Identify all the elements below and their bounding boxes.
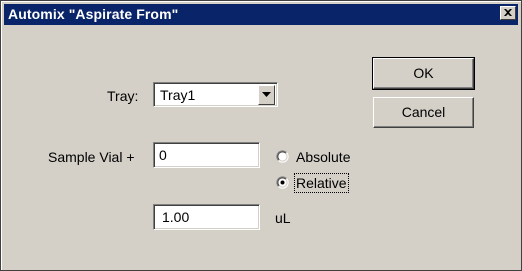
relative-radio[interactable] <box>276 176 289 189</box>
volume-input[interactable]: 1.00 <box>153 204 260 230</box>
ok-button-label: OK <box>413 65 434 81</box>
ok-button[interactable]: OK <box>372 57 475 90</box>
tray-selected-value: Tray1 <box>160 87 196 103</box>
tray-dropdown-button[interactable] <box>258 85 275 105</box>
volume-unit-label: uL <box>275 210 291 226</box>
sample-vial-input[interactable]: 0 <box>153 142 260 168</box>
sample-vial-value: 0 <box>159 147 167 163</box>
close-icon <box>504 9 512 16</box>
dialog-window: Automix "Aspirate From" Tray: Tray1 OK C… <box>0 0 522 271</box>
absolute-radio-label[interactable]: Absolute <box>296 149 350 165</box>
tray-dropdown[interactable]: Tray1 <box>153 82 278 107</box>
chevron-down-icon <box>262 92 271 97</box>
window-title: Automix "Aspirate From" <box>8 6 179 22</box>
absolute-radio[interactable] <box>276 150 289 163</box>
title-bar: Automix "Aspirate From" <box>4 4 518 25</box>
relative-radio-label[interactable]: Relative <box>294 173 349 193</box>
tray-label: Tray: <box>107 88 139 104</box>
cancel-button-label: Cancel <box>401 104 446 120</box>
close-button[interactable] <box>500 6 516 20</box>
cancel-button[interactable]: Cancel <box>373 97 474 128</box>
sample-vial-label: Sample Vial + <box>48 149 135 165</box>
volume-value: 1.00 <box>162 209 190 225</box>
